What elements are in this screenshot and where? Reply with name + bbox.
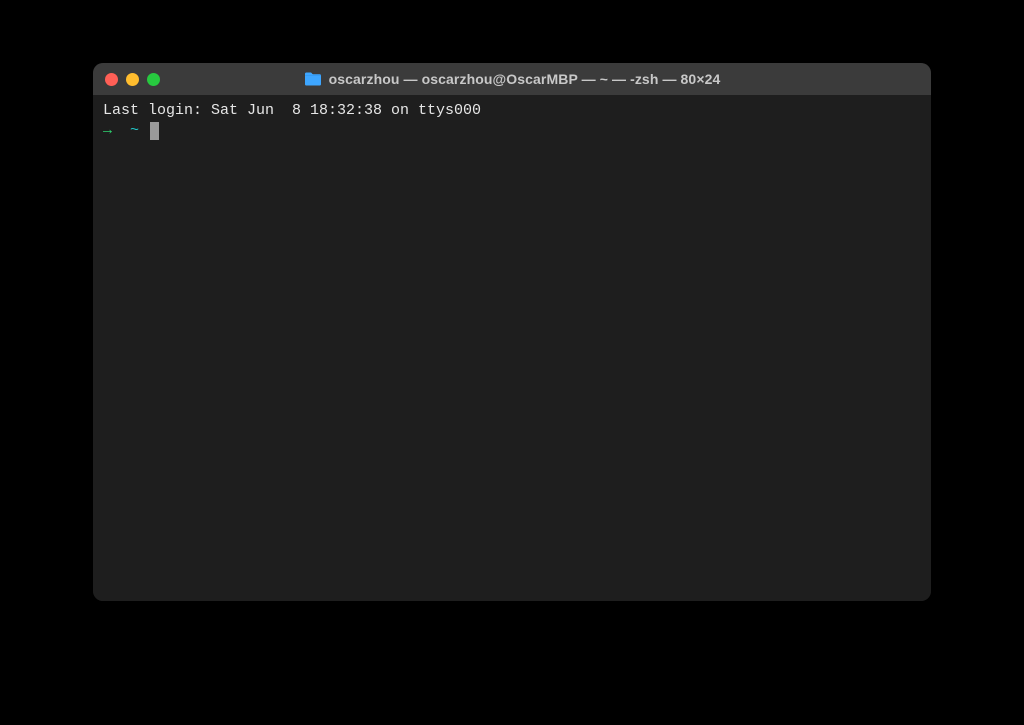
minimize-button[interactable] <box>126 73 139 86</box>
last-login-line: Last login: Sat Jun 8 18:32:38 on ttys00… <box>103 101 921 121</box>
folder-icon <box>304 72 322 86</box>
prompt-arrow-icon: → <box>103 121 112 141</box>
close-button[interactable] <box>105 73 118 86</box>
title-bar[interactable]: oscarzhou — oscarzhou@OscarMBP — ~ — -zs… <box>93 63 931 95</box>
traffic-lights <box>105 73 160 86</box>
prompt-spacer <box>112 121 130 141</box>
terminal-window: oscarzhou — oscarzhou@OscarMBP — ~ — -zs… <box>93 63 931 601</box>
prompt-spacer-2 <box>139 121 148 141</box>
window-title: oscarzhou — oscarzhou@OscarMBP — ~ — -zs… <box>329 71 721 87</box>
prompt-cwd: ~ <box>130 121 139 141</box>
title-area: oscarzhou — oscarzhou@OscarMBP — ~ — -zs… <box>105 71 919 87</box>
cursor[interactable] <box>150 122 159 140</box>
prompt-line: → ~ <box>103 121 921 141</box>
maximize-button[interactable] <box>147 73 160 86</box>
terminal-body[interactable]: Last login: Sat Jun 8 18:32:38 on ttys00… <box>93 95 931 601</box>
